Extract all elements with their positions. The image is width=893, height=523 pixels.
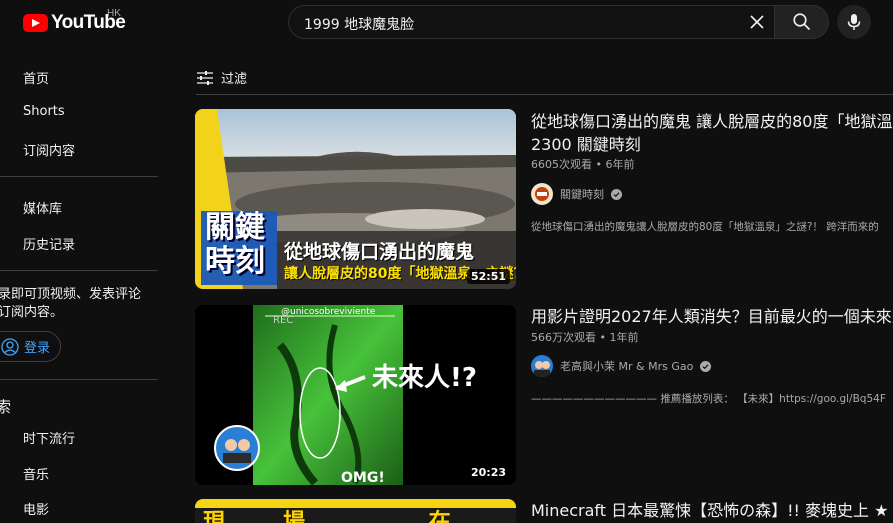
clear-search-button[interactable] — [746, 11, 768, 33]
channel-name[interactable]: 老高與小茉 Mr & Mrs Gao — [560, 358, 693, 374]
video-meta: 6605次观看 • 6年前 — [531, 158, 635, 171]
video-title-line2[interactable]: 2300 關鍵時刻 — [531, 133, 893, 156]
video-thumbnail[interactable]: 現場 在 家 — [195, 499, 516, 523]
thumb-handle: @unicosobreviviente — [281, 307, 376, 317]
sidebar-item-history[interactable]: 历史记录 — [23, 234, 75, 253]
thumb-caption-partial: 現場 在 家 — [203, 510, 516, 523]
thumb-omg-label: OMG! — [341, 470, 385, 485]
filter-icon — [197, 70, 213, 85]
sidebar-item-movies[interactable]: 电影 — [23, 499, 49, 518]
channel-name[interactable]: 關鍵時刻 — [560, 186, 604, 202]
filter-divider — [196, 94, 893, 95]
video-description: 從地球傷口湧出的魔鬼讓人脫層皮的80度「地獄溫泉」之謎?！ 跨洋而來的 — [531, 221, 879, 233]
video-title[interactable]: Minecraft 日本最驚悚【恐怖の森】!! 麥塊史上 ★ 最 — [531, 499, 893, 522]
video-description: ———————————— 推薦播放列表： 【未來】https://goo.gl/… — [531, 393, 886, 405]
search-query: 1999 地球魔鬼脸 — [304, 17, 415, 33]
signin-prompt-line1: 录即可顶视频、发表评论 — [0, 287, 142, 302]
channel-avatar[interactable] — [531, 355, 553, 377]
thumb-caption-line1: 從地球傷口湧出的魔鬼 — [284, 241, 475, 263]
video-title[interactable]: 從地球傷口湧出的魔鬼 讓人脫層皮的80度「地獄溫泉」 — [531, 110, 893, 133]
verified-badge-icon — [611, 188, 622, 200]
thumb-caption-big: 未來人!? — [372, 363, 477, 393]
sidebar-divider — [0, 379, 158, 380]
thumb-title-big-2: 時刻 — [205, 244, 265, 279]
filter-label: 过滤 — [221, 72, 248, 87]
video-title[interactable]: 用影片證明2027年人類消失？目前最火的一個未來人 — [531, 305, 893, 328]
signin-button[interactable]: 登录 — [0, 331, 61, 362]
masthead: YouTube HK 1999 地球魔鬼脸 — [0, 0, 893, 46]
thumb-title-big-1: 關鍵 — [205, 210, 265, 245]
voice-search-button[interactable] — [837, 5, 871, 39]
verified-badge-icon — [700, 360, 712, 372]
sidebar-item-library[interactable]: 媒体库 — [23, 198, 62, 217]
sidebar: 首页 Shorts 订阅内容 媒体库 历史记录 录即可顶视频、发表评论 订阅内容… — [0, 46, 160, 523]
video-meta: 566万次观看 • 1年前 — [531, 331, 639, 344]
channel-link[interactable]: 關鍵時刻 — [531, 183, 622, 205]
video-thumbnail[interactable]: 關鍵 時刻 從地球傷口湧出的魔鬼 讓人脫層皮的80度「地獄溫泉」之謎？！ 52:… — [195, 109, 516, 289]
video-duration: 52:51 — [466, 269, 510, 284]
video-thumbnail[interactable]: @unicosobreviviente REC 未來人!? OMG! 20:23 — [195, 305, 516, 485]
sidebar-item-shorts[interactable]: Shorts — [23, 104, 65, 119]
region-label: HK — [107, 8, 121, 19]
sidebar-item-home[interactable]: 首页 — [23, 68, 49, 87]
search-button[interactable] — [774, 5, 829, 39]
channel-link[interactable]: 老高與小茉 Mr & Mrs Gao — [531, 355, 712, 377]
channel-avatar[interactable] — [531, 183, 553, 205]
sidebar-divider — [0, 270, 158, 271]
explore-section-title: 索 — [0, 398, 12, 416]
youtube-play-icon — [23, 14, 48, 32]
search-icon — [792, 13, 810, 31]
sidebar-divider — [0, 176, 158, 177]
thumb-rec-label: REC — [273, 315, 294, 326]
search-input[interactable]: 1999 地球魔鬼脸 — [288, 5, 774, 39]
filter-button[interactable]: 过滤 — [196, 68, 247, 87]
account-icon — [1, 337, 19, 356]
clear-icon — [750, 15, 764, 29]
signin-prompt-line2: 订阅内容。 — [0, 305, 64, 320]
mic-icon — [847, 14, 861, 30]
sidebar-item-music[interactable]: 音乐 — [23, 464, 49, 483]
signin-label: 登录 — [24, 341, 51, 356]
youtube-logo[interactable]: YouTube HK — [23, 8, 126, 34]
sidebar-item-subscriptions[interactable]: 订阅内容 — [23, 140, 75, 159]
sidebar-item-trending[interactable]: 时下流行 — [23, 428, 75, 447]
video-duration: 20:23 — [466, 465, 510, 480]
